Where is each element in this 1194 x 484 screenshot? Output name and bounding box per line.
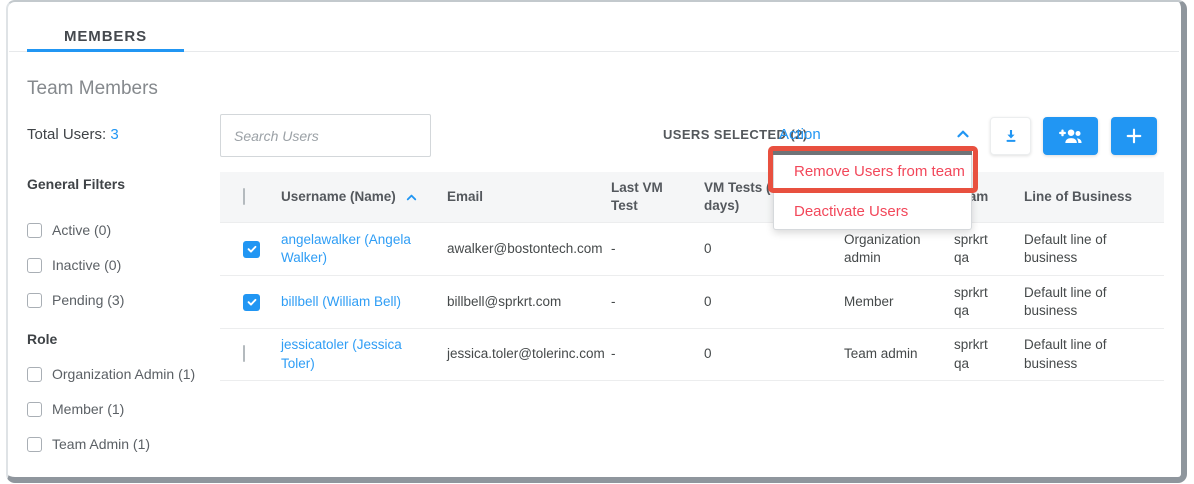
download-button[interactable] bbox=[990, 117, 1031, 155]
table-row: angelawalker (Angela Walker) awalker@bos… bbox=[220, 222, 1164, 275]
add-users-button[interactable] bbox=[1043, 117, 1098, 155]
column-header-email[interactable]: Email bbox=[431, 188, 595, 206]
action-label: Action bbox=[779, 126, 821, 143]
checkbox[interactable] bbox=[27, 437, 42, 452]
total-users-count: 3 bbox=[110, 126, 118, 143]
action-menu-top-edge bbox=[773, 151, 972, 155]
vm-tests-cell: 0 bbox=[688, 240, 828, 258]
page-title: Team Members bbox=[27, 78, 158, 100]
role-cell: Organization admin bbox=[828, 231, 938, 267]
action-menu: Remove Users from team Deactivate Users bbox=[773, 152, 972, 230]
vm-tests-cell: 0 bbox=[688, 345, 828, 363]
tab-members[interactable]: MEMBERS bbox=[27, 20, 184, 52]
filter-member[interactable]: Member (1) bbox=[27, 401, 124, 417]
column-header-last-vm-test[interactable]: Last VM Test bbox=[595, 179, 688, 215]
members-page: MEMBERS Team Members Total Users: 3 Gene… bbox=[0, 0, 1194, 484]
filter-active[interactable]: Active (0) bbox=[27, 222, 111, 238]
filter-label: Active (0) bbox=[52, 222, 111, 238]
filter-label: Team Admin (1) bbox=[52, 436, 150, 452]
email-cell: jessica.toler@tolerinc.com bbox=[431, 345, 595, 363]
row-checkbox[interactable] bbox=[243, 294, 260, 311]
table-header-row: Username (Name) Email Last VM Test VM Te… bbox=[220, 172, 1164, 222]
filter-inactive[interactable]: Inactive (0) bbox=[27, 257, 121, 273]
vm-tests-cell: 0 bbox=[688, 293, 828, 311]
last-vm-test-cell: - bbox=[595, 293, 688, 311]
members-table: Username (Name) Email Last VM Test VM Te… bbox=[220, 172, 1164, 381]
checkbox[interactable] bbox=[27, 402, 42, 417]
checkbox[interactable] bbox=[27, 293, 42, 308]
filter-label: Organization Admin (1) bbox=[52, 366, 195, 382]
email-cell: awalker@bostontech.com bbox=[431, 240, 595, 258]
last-vm-test-cell: - bbox=[595, 345, 688, 363]
column-header-username[interactable]: Username (Name) bbox=[265, 188, 431, 206]
username-link[interactable]: jessicatoler (Jessica Toler) bbox=[265, 336, 431, 372]
general-filters-heading: General Filters bbox=[27, 176, 125, 192]
team-cell: sprkrt qa bbox=[938, 336, 1008, 372]
add-users-icon bbox=[1057, 126, 1084, 146]
total-users: Total Users: 3 bbox=[27, 126, 119, 143]
table-row: billbell (William Bell) billbell@sprkrt.… bbox=[220, 275, 1164, 328]
line-of-business-cell: Default line of business bbox=[1008, 336, 1164, 372]
team-cell: sprkrt qa bbox=[938, 284, 1008, 320]
tab-members-active-underline bbox=[27, 49, 184, 52]
total-users-label: Total Users: bbox=[27, 126, 106, 143]
username-link[interactable]: billbell (William Bell) bbox=[265, 293, 431, 311]
role-filters-heading: Role bbox=[27, 331, 57, 347]
plus-icon bbox=[1124, 126, 1144, 146]
checkbox[interactable] bbox=[27, 223, 42, 238]
filter-label: Member (1) bbox=[52, 401, 124, 417]
table-row: jessicatoler (Jessica Toler) jessica.tol… bbox=[220, 328, 1164, 381]
sort-chevron-up-icon bbox=[404, 190, 419, 205]
role-cell: Team admin bbox=[828, 345, 938, 363]
action-dropdown[interactable]: Action bbox=[779, 122, 972, 146]
filter-label: Inactive (0) bbox=[52, 257, 121, 273]
team-cell: sprkrt qa bbox=[938, 231, 1008, 267]
row-checkbox[interactable] bbox=[243, 345, 245, 362]
column-header-username-label: Username (Name) bbox=[281, 188, 396, 206]
chevron-up-icon bbox=[954, 125, 972, 143]
menu-item-remove-users-from-team[interactable]: Remove Users from team bbox=[794, 163, 965, 180]
filter-pending[interactable]: Pending (3) bbox=[27, 292, 124, 308]
row-checkbox[interactable] bbox=[243, 241, 260, 258]
tabbar-divider bbox=[9, 51, 1179, 52]
last-vm-test-cell: - bbox=[595, 240, 688, 258]
line-of-business-cell: Default line of business bbox=[1008, 231, 1164, 267]
filter-team-admin[interactable]: Team Admin (1) bbox=[27, 436, 150, 452]
username-link[interactable]: angelawalker (Angela Walker) bbox=[265, 231, 431, 267]
role-cell: Member bbox=[828, 293, 938, 311]
checkbox[interactable] bbox=[27, 367, 42, 382]
line-of-business-cell: Default line of business bbox=[1008, 284, 1164, 320]
email-cell: billbell@sprkrt.com bbox=[431, 293, 595, 311]
filter-label: Pending (3) bbox=[52, 292, 124, 308]
checkbox[interactable] bbox=[27, 258, 42, 273]
filter-organization-admin[interactable]: Organization Admin (1) bbox=[27, 366, 195, 382]
select-all-checkbox[interactable] bbox=[243, 188, 245, 205]
menu-item-deactivate-users[interactable]: Deactivate Users bbox=[794, 203, 908, 220]
add-button[interactable] bbox=[1111, 117, 1157, 155]
search-input[interactable] bbox=[220, 114, 431, 157]
download-icon bbox=[1002, 127, 1020, 145]
column-header-line-of-business[interactable]: Line of Business bbox=[1008, 188, 1164, 206]
